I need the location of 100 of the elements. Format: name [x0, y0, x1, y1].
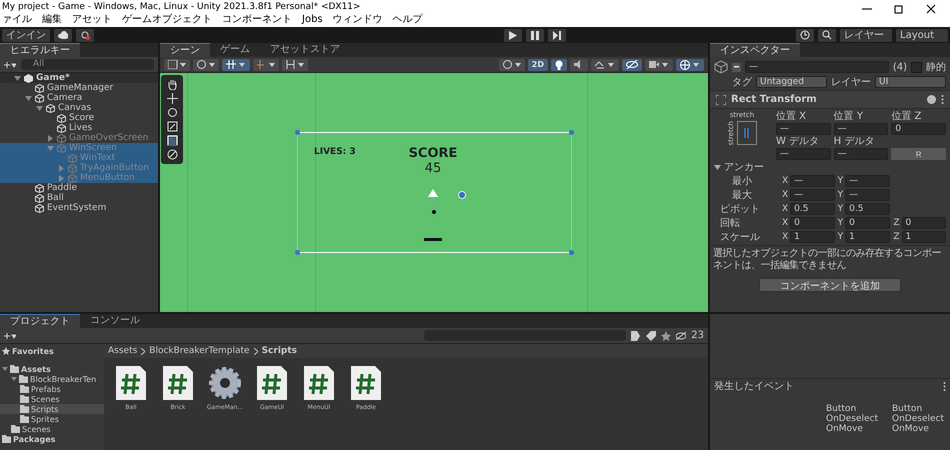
light-icon[interactable] — [551, 58, 567, 70]
hierarchy-item[interactable]: Game* — [0, 73, 158, 83]
input-field[interactable]: — — [776, 123, 831, 135]
layers-dropdown[interactable]: レイヤー — [840, 28, 892, 42]
foldout-icon[interactable] — [36, 104, 43, 112]
input-field[interactable]: 1 — [790, 231, 835, 243]
close-icon[interactable] — [926, 4, 936, 14]
folder-item[interactable]: Sprites — [0, 414, 104, 424]
globe-dropdown[interactable] — [193, 58, 219, 70]
folder-item[interactable]: Scenes — [0, 424, 104, 434]
input-field[interactable]: — — [776, 148, 831, 160]
grid-snap-dropdown[interactable] — [253, 58, 279, 70]
gear-icon[interactable] — [208, 366, 242, 400]
hand-icon[interactable] — [166, 79, 178, 90]
rect-tool-icon[interactable] — [166, 135, 178, 146]
increment-dropdown[interactable] — [282, 58, 308, 70]
folder-item[interactable]: Scripts — [0, 404, 104, 414]
name-field[interactable]: — — [745, 61, 889, 73]
star-icon[interactable] — [661, 330, 672, 340]
input-field[interactable]: 0 — [891, 123, 946, 135]
add-icon[interactable] — [4, 332, 16, 340]
input-field[interactable]: 0.5 — [845, 203, 890, 215]
layer-dropdown[interactable]: UI — [875, 76, 946, 88]
breadcrumb-item[interactable]: Assets — [108, 346, 138, 356]
input-field[interactable]: 0 — [790, 217, 835, 229]
shading-dropdown[interactable] — [498, 58, 525, 70]
move-icon[interactable] — [166, 93, 178, 104]
layout-dropdown[interactable]: Layout — [896, 28, 948, 42]
menu-item[interactable]: コンポーネント — [222, 13, 292, 26]
script-file-icon[interactable] — [163, 366, 193, 400]
foldout-icon[interactable] — [25, 94, 32, 102]
input-field[interactable]: — — [790, 189, 835, 201]
hierarchy-tab[interactable]: ヒエラルキー — [0, 43, 80, 57]
script-file-icon[interactable] — [351, 366, 381, 400]
visibility-icon[interactable] — [622, 58, 642, 70]
add-component-button[interactable]: コンポーネントを追加 — [759, 278, 901, 292]
input-field[interactable]: 1 — [902, 231, 946, 243]
snap-dropdown[interactable] — [222, 58, 250, 70]
effects-dropdown[interactable] — [591, 58, 619, 70]
input-field[interactable]: 0 — [902, 217, 946, 229]
menu-item[interactable]: ヘルプ — [392, 13, 423, 26]
more-icon[interactable] — [941, 95, 944, 104]
history-icon[interactable] — [796, 28, 814, 42]
tag-dropdown[interactable]: Untagged — [756, 76, 827, 88]
view-tab[interactable]: シーン — [160, 43, 210, 57]
menu-item[interactable]: ァイル — [2, 13, 32, 26]
hierarchy-item[interactable]: Paddle — [0, 183, 158, 193]
add-icon[interactable] — [4, 60, 16, 68]
breadcrumb-item[interactable]: BlockBreakerTemplate — [149, 346, 250, 356]
menu-item[interactable]: Jobs — [302, 13, 323, 26]
script-file-icon[interactable] — [116, 366, 146, 400]
hierarchy-item[interactable]: GameManager — [0, 83, 158, 93]
foldout-icon[interactable] — [714, 164, 721, 171]
hierarchy-item[interactable]: Ball — [0, 193, 158, 203]
collab-icon[interactable] — [76, 28, 94, 42]
help-icon[interactable] — [927, 95, 936, 104]
hierarchy-item[interactable]: Canvas — [0, 103, 158, 113]
more-icon[interactable] — [943, 382, 946, 391]
folder-item[interactable]: Packages — [0, 434, 104, 444]
raw-edit-button[interactable]: R — [891, 148, 946, 160]
tag-icon[interactable] — [646, 330, 656, 340]
search-icon[interactable] — [818, 28, 836, 42]
maximize-icon[interactable] — [894, 4, 904, 14]
step-icon[interactable] — [548, 28, 566, 42]
view-tab[interactable]: アセットストア — [260, 43, 350, 57]
menu-item[interactable]: 編集 — [42, 13, 62, 26]
account-button[interactable]: インイン — [2, 28, 50, 42]
script-file-icon[interactable] — [304, 366, 334, 400]
input-field[interactable]: — — [834, 148, 888, 160]
menu-item[interactable]: ウィンドウ — [332, 13, 383, 26]
scale-icon[interactable] — [166, 121, 178, 132]
play-icon[interactable] — [504, 28, 522, 42]
panel-tab[interactable]: プロジェクト — [0, 314, 80, 328]
menu-item[interactable]: アセット — [72, 13, 112, 26]
breadcrumb-item[interactable]: Scripts — [262, 346, 298, 356]
search-field[interactable]: All — [21, 59, 154, 70]
panel-tab[interactable]: コンソール — [80, 314, 150, 328]
static-checkbox[interactable] — [911, 62, 922, 72]
input-field[interactable]: 0.5 — [790, 203, 835, 215]
cloud-icon[interactable] — [54, 28, 72, 42]
foldout-icon[interactable] — [11, 376, 17, 382]
input-field[interactable]: — — [790, 175, 835, 187]
input-field[interactable]: — — [845, 175, 890, 187]
anchor-preset-button[interactable] — [737, 121, 757, 146]
input-field[interactable]: — — [834, 123, 888, 135]
inspector-tab[interactable]: インスペクター — [710, 43, 800, 57]
script-file-icon[interactable] — [257, 366, 287, 400]
hidden-icon[interactable] — [676, 332, 686, 340]
hierarchy-item[interactable]: EventSystem — [0, 203, 158, 213]
draw-mode-dropdown[interactable] — [164, 58, 190, 70]
rotate-icon[interactable] — [166, 107, 178, 118]
folder-item[interactable]: Scenes — [0, 394, 104, 404]
transform-icon[interactable] — [166, 149, 178, 160]
input-field[interactable]: 1 — [845, 231, 890, 243]
camera-dropdown[interactable] — [645, 58, 673, 70]
filter-icon[interactable] — [631, 330, 642, 340]
active-checkbox[interactable] — [732, 62, 741, 72]
input-field[interactable]: — — [845, 189, 890, 201]
hierarchy-item[interactable]: Lives — [0, 123, 158, 133]
folder-item[interactable]: BlockBreakerTen — [0, 374, 104, 384]
